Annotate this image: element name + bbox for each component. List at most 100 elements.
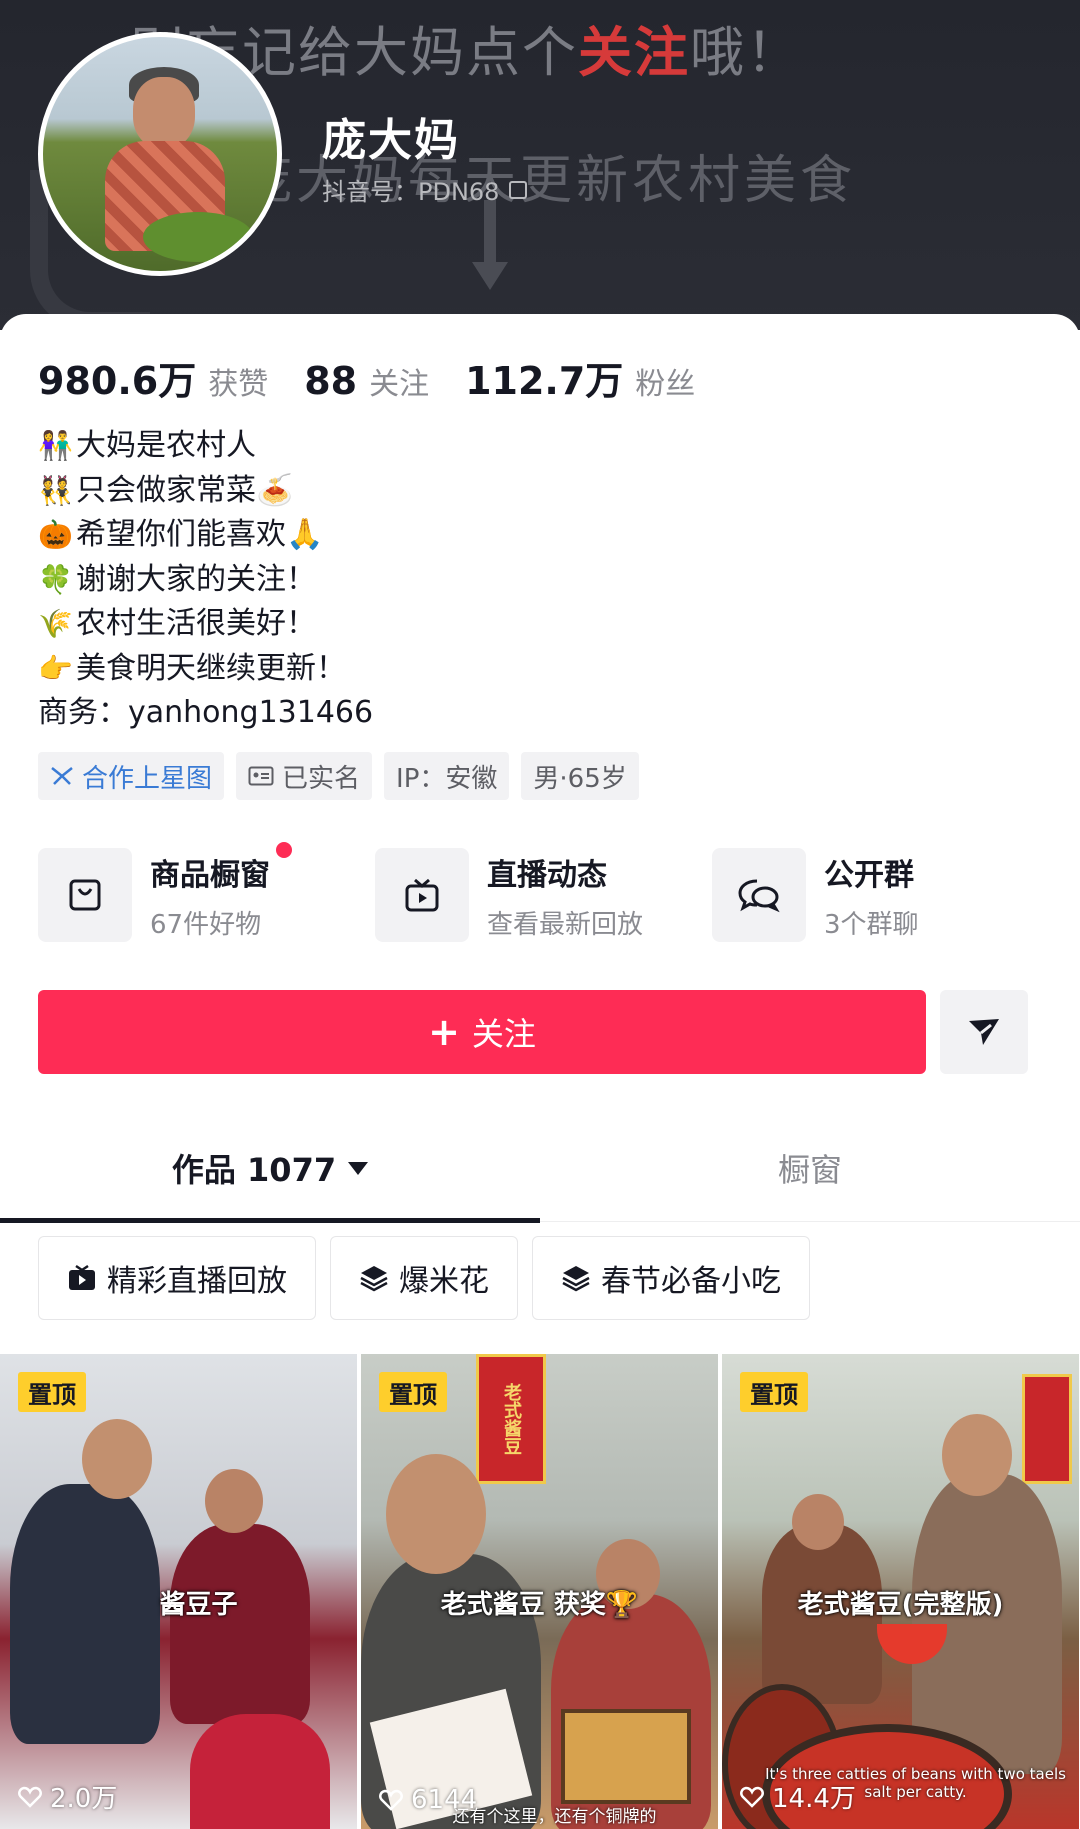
bio-line: 👫 大妈是农村人 [38,424,373,469]
collection-chips: 精彩直播回放 爆米花 春节必备小吃 [38,1236,810,1320]
video-caption: 酱豆子 [159,1590,238,1620]
tab-works[interactable]: 作品 1077 [0,1114,540,1222]
pinned-badge: 置顶 [740,1372,808,1412]
bio-line-text: 农村生活很美好！ [76,606,316,641]
service-icon-box [375,848,469,942]
video-likes: 14.4万 [740,1778,856,1815]
clover-emoji-icon: 🍀 [38,562,73,596]
service-product-window-title: 商品橱窗 [150,841,292,894]
stat-likes-value: 980.6万 [38,359,197,403]
service-public-group-sub: 3个群聊 [824,909,919,940]
active-tab-indicator [0,1218,540,1223]
profile-banner: 别忘记给大妈点个关注哦！ 庞大妈每天更新农村美食 庞大妈 抖音号：PDN68 [0,0,1080,330]
bio-line: 👉 美食明天继续更新！ [38,647,373,692]
couple-emoji-icon: 👫 [38,429,73,462]
collection-live-replay-label: 精彩直播回放 [107,1264,287,1299]
heart-icon [379,1789,403,1811]
collection-spring-snacks-label: 春节必备小吃 [601,1264,781,1299]
profile-bio: 👫 大妈是农村人 👯 只会做家常菜🍝 🎃 希望你们能喜欢🙏 🍀 谢谢大家的关注！ 🌾 农村… [38,424,373,736]
tag-star-map-label: 合作上星图 [82,763,213,794]
tab-window[interactable]: 橱窗 [540,1114,1080,1222]
avatar[interactable] [38,32,282,276]
layers-icon [562,1266,590,1292]
pinned-badge: 置顶 [379,1372,447,1412]
pinned-badge: 置顶 [18,1372,86,1412]
profile-tags: 合作上星图 已实名 IP：安徽 男·65岁 [38,752,639,800]
service-icon-box [712,848,806,942]
video-likes: 6144 [379,1785,477,1815]
stat-likes[interactable]: 980.6万 获赞 [38,350,268,405]
bio-line-text: 谢谢大家的关注！ [76,561,316,597]
video-thumbnail[interactable]: 老式酱豆 置顶 老式酱豆 获奖🏆 还有个这里，还有个铜牌的 6144 [361,1354,718,1829]
heart-icon [18,1786,42,1808]
follow-button-label: 关注 [471,1015,536,1053]
tag-star-map[interactable]: 合作上星图 [38,752,225,800]
collection-live-replay[interactable]: 精彩直播回放 [38,1236,316,1320]
follow-button[interactable]: + 关注 [38,990,926,1074]
pumpkin-emoji-icon: 🎃 [38,518,73,551]
collection-popcorn-label: 爆米花 [399,1264,489,1299]
service-live-updates[interactable]: 直播动态 查看最新回放 [375,848,705,942]
woman-figure [170,1524,310,1724]
man-head [942,1414,1012,1496]
sauce-banner-sign: 老式酱豆 [476,1354,546,1484]
caret-down-icon [348,1161,369,1175]
avatar-face [133,77,195,149]
profile-services: 商品橱窗 67件好物 直播动态 查看最新回放 公开群 3个群聊 [38,841,1042,942]
video-caption: 老式酱豆(完整版) [797,1590,1004,1620]
video-likes-count: 14.4万 [772,1784,856,1814]
tag-ip-location: IP：安徽 [384,752,510,800]
tv-play-icon [405,878,439,912]
service-product-window-sub: 67件好物 [150,909,262,940]
service-public-group[interactable]: 公开群 3个群聊 [712,848,1042,942]
rice-emoji-icon: 🌾 [38,607,73,640]
service-product-window[interactable]: 商品橱窗 67件好物 [38,841,368,942]
video-likes-count: 6144 [411,1785,478,1815]
send-arrow-icon [969,1019,999,1045]
douyin-id-text: 抖音号：PDN68 [322,178,500,206]
video-grid: 置顶 酱豆子 2.0万 老式酱豆 置顶 老式酱豆 获奖🏆 还有个这里，还有个铜牌… [0,1354,1080,1829]
service-public-group-title: 公开群 [824,857,914,893]
tab-works-label: 作品 1077 [171,1151,337,1189]
layers-icon [360,1266,388,1292]
profile-nickname: 庞大妈 [322,115,460,166]
content-tabs: 作品 1077 橱窗 [0,1114,1080,1223]
heart-icon [740,1786,764,1808]
service-icon-box [38,848,132,942]
video-thumbnail[interactable]: 置顶 老式酱豆(完整版) It's three catties of beans… [722,1354,1079,1829]
id-card-icon [248,766,274,786]
stat-following[interactable]: 88 关注 [304,359,429,403]
girl-figure [190,1714,330,1829]
woman-head [792,1494,844,1550]
bio-line-text: 美食明天继续更新！ [76,650,346,686]
douyin-id[interactable]: 抖音号：PDN68 [322,172,528,207]
tag-verified-label: 已实名 [282,763,361,794]
tag-gender-age: 男·65岁 [521,752,639,800]
tag-verified[interactable]: 已实名 [236,752,373,800]
bio-line: 👯 只会做家常菜🍝 [38,469,373,514]
share-button[interactable] [940,990,1028,1074]
star-map-icon [51,767,73,785]
banner-arrow-icon [472,200,508,290]
bio-line-text: 大妈是农村人 [76,428,256,463]
stat-followers-label: 粉丝 [635,367,696,402]
video-likes: 2.0万 [18,1778,117,1815]
chat-bubbles-icon [738,879,780,913]
avatar-vegetables [143,212,253,262]
bio-line: 🍀 谢谢大家的关注！ [38,558,373,603]
copy-icon[interactable] [509,180,528,199]
video-thumbnail[interactable]: 置顶 酱豆子 2.0万 [0,1354,357,1829]
shopping-bag-icon [69,879,101,911]
bio-line: 🎃 希望你们能喜欢🙏 [38,513,373,558]
service-live-updates-title: 直播动态 [487,857,607,893]
award-plaque [561,1709,691,1804]
stat-followers[interactable]: 112.7万 粉丝 [465,350,695,405]
collection-popcorn[interactable]: 爆米花 [330,1236,518,1320]
stat-following-label: 关注 [369,367,430,402]
sauce-banner-sign [1022,1374,1072,1484]
woman-head [205,1469,263,1533]
stat-likes-label: 获赞 [208,367,269,402]
dancers-emoji-icon: 👯 [38,473,73,507]
bio-line: 🌾 农村生活很美好！ [38,602,373,647]
collection-spring-snacks[interactable]: 春节必备小吃 [532,1236,810,1320]
